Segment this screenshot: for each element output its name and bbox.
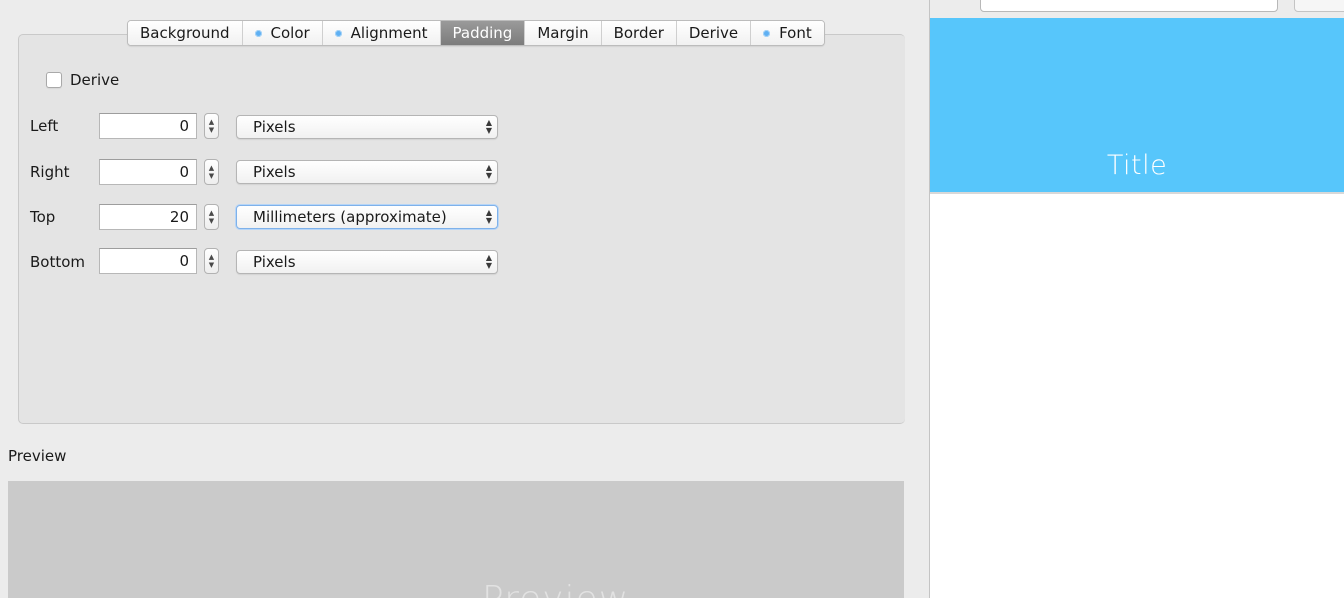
style-editor-panel: Background Color Alignment Padding Margi…	[0, 0, 930, 598]
tab-color[interactable]: Color	[242, 21, 323, 45]
tab-alignment[interactable]: Alignment	[322, 21, 441, 45]
modified-dot-icon	[763, 29, 771, 37]
style-tabs: Background Color Alignment Padding Margi…	[127, 20, 825, 46]
tab-label: Margin	[537, 24, 589, 42]
tab-label: Derive	[688, 24, 739, 42]
right-padding-input[interactable]: 0	[99, 159, 197, 185]
tab-label: Background	[140, 24, 230, 42]
tab-label: Alignment	[350, 24, 428, 42]
tab-label: Border	[613, 24, 664, 42]
right-stepper-icon[interactable]: ▲ ▼	[204, 159, 219, 185]
title-text: Title	[1106, 150, 1168, 181]
right-label: Right	[30, 163, 70, 181]
select-arrows-icon: ▲ ▼	[485, 253, 492, 270]
bottom-label: Bottom	[30, 253, 86, 271]
tab-padding[interactable]: Padding	[440, 21, 526, 45]
bottom-unit-value: Pixels	[253, 253, 296, 271]
left-stepper-icon[interactable]: ▲ ▼	[204, 113, 219, 139]
right-unit-value: Pixels	[253, 163, 296, 181]
preview-area: Preview	[8, 481, 904, 598]
modified-dot-icon	[334, 29, 342, 37]
tab-label: Font	[779, 24, 812, 42]
derive-option[interactable]: Derive	[46, 71, 119, 89]
select-arrows-icon: ▲ ▼	[485, 208, 492, 225]
left-padding-input[interactable]: 0	[99, 113, 197, 139]
left-unit-value: Pixels	[253, 118, 296, 136]
title-bar-shadow	[930, 192, 1344, 194]
tab-label: Padding	[452, 24, 513, 42]
top-unit-value: Millimeters (approximate)	[253, 208, 447, 226]
tab-background[interactable]: Background	[128, 21, 243, 45]
left-label: Left	[30, 117, 59, 135]
tab-label: Color	[270, 24, 310, 42]
tab-border[interactable]: Border	[601, 21, 677, 45]
bottom-stepper-icon[interactable]: ▲ ▼	[204, 248, 219, 274]
select-arrows-icon: ▲ ▼	[485, 118, 492, 135]
top-padding-input[interactable]: 20	[99, 204, 197, 230]
derive-label: Derive	[70, 71, 120, 89]
top-stepper-icon[interactable]: ▲ ▼	[204, 204, 219, 230]
canvas-toolbar-button[interactable]	[1294, 0, 1344, 12]
tab-margin[interactable]: Margin	[525, 21, 602, 45]
tab-font[interactable]: Font	[751, 21, 824, 45]
canvas-toolbar-field[interactable]	[980, 0, 1278, 12]
top-label: Top	[30, 208, 56, 226]
top-unit-select[interactable]: Millimeters (approximate) ▲ ▼	[236, 205, 498, 229]
select-arrows-icon: ▲ ▼	[485, 163, 492, 180]
derive-checkbox[interactable]	[46, 72, 62, 88]
right-unit-select[interactable]: Pixels ▲ ▼	[236, 160, 498, 184]
preview-text: Preview	[482, 579, 629, 598]
tab-derive[interactable]: Derive	[676, 21, 752, 45]
preview-label: Preview	[8, 447, 67, 465]
left-unit-select[interactable]: Pixels ▲ ▼	[236, 115, 498, 139]
canvas-panel: Title	[930, 0, 1344, 598]
bottom-padding-input[interactable]: 0	[99, 248, 197, 274]
bottom-unit-select[interactable]: Pixels ▲ ▼	[236, 250, 498, 274]
modified-dot-icon	[254, 29, 262, 37]
